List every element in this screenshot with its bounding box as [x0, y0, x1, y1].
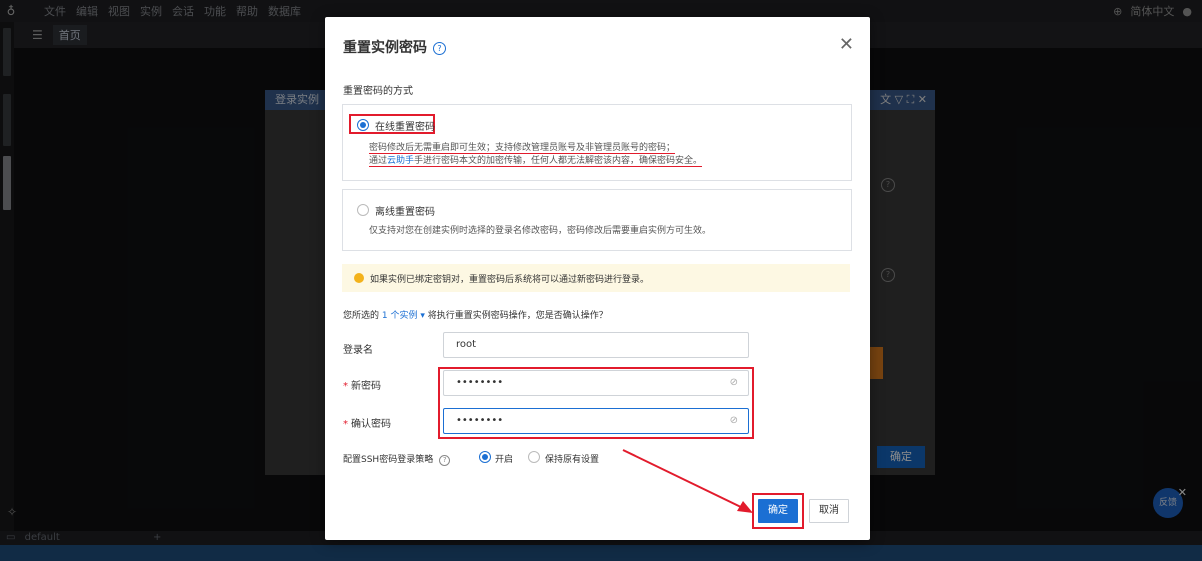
ssh-on-label: 开启	[495, 455, 514, 465]
offline-reset-radio[interactable]	[357, 204, 369, 216]
instance-count-link[interactable]: 1 个实例 ▾	[382, 311, 425, 321]
help-icon[interactable]: ?	[439, 455, 451, 466]
ssh-keep-radio[interactable]	[528, 451, 540, 463]
eye-off-icon[interactable]: ⊘	[730, 409, 738, 433]
dialog-title-text: 重置实例密码	[343, 40, 427, 56]
reset-password-dialog: 重置实例密码? ✕ 重置密码的方式 在线重置密码 密码修改后无需重启即可生效；支…	[325, 17, 870, 540]
online-reset-card[interactable]: 在线重置密码 密码修改后无需重启即可生效；支持修改管理员账号及非管理员账号的密码…	[342, 104, 852, 181]
new-password-value: ••••••••	[456, 377, 504, 388]
online-desc-line2-b: 手进行密码本文的加密传输，任何人都无法解密该内容，确保密码安全。	[414, 156, 703, 166]
reset-method-label: 重置密码的方式	[343, 86, 413, 97]
confirm-text: 您所选的 1 个实例 ▾ 将执行重置实例密码操作，您是否确认操作？	[343, 308, 608, 321]
close-icon[interactable]: ✕	[839, 34, 854, 55]
ssh-keep-label: 保持原有设置	[545, 455, 600, 465]
offline-reset-card[interactable]: 离线重置密码 仅支持对您在创建实例时选择的登录名修改密码，密码修改后需要重启实例…	[342, 189, 852, 251]
confirm-password-value: ••••••••	[456, 415, 504, 426]
ssh-policy-label-text: 配置SSH密码登录策略	[343, 455, 434, 465]
offline-reset-desc: 仅支持对您在创建实例时选择的登录名修改密码，密码修改后需要重启实例方可生效。	[369, 226, 712, 236]
notice-banner: 如果实例已绑定密钥对，重置密码后系统将可以通过新密码进行登录。	[342, 264, 850, 292]
new-password-label-text: 新密码	[351, 381, 381, 392]
online-desc-line1: 密码修改后无需重启即可生效；支持修改管理员账号及非管理员账号的密码；	[369, 143, 676, 154]
confirm-prefix: 您所选的	[343, 311, 380, 321]
login-name-input[interactable]: root	[443, 332, 749, 358]
dialog-title: 重置实例密码?	[343, 37, 446, 57]
online-reset-label: 在线重置密码	[375, 122, 435, 133]
online-reset-radio[interactable]	[357, 119, 369, 131]
ssh-on-radio[interactable]	[479, 451, 491, 463]
confirm-password-label: * 确认密码	[343, 419, 391, 430]
confirm-password-input[interactable]: •••••••• ⊘	[443, 408, 749, 434]
online-reset-desc: 密码修改后无需重启即可生效；支持修改管理员账号及非管理员账号的密码； 通过云助手…	[369, 142, 703, 168]
notice-text: 如果实例已绑定密钥对，重置密码后系统将可以通过新密码进行登录。	[370, 275, 650, 285]
cancel-button[interactable]: 取消	[809, 499, 849, 523]
help-icon[interactable]: ?	[433, 41, 446, 55]
offline-reset-label: 离线重置密码	[375, 207, 435, 218]
ssh-policy-label: 配置SSH密码登录策略?	[343, 452, 451, 466]
login-name-label: 登录名	[343, 345, 373, 356]
ok-button[interactable]: 确定	[758, 499, 798, 523]
online-desc-line2-a: 通过	[369, 156, 388, 166]
new-password-label: * 新密码	[343, 381, 381, 392]
cloud-assistant-link[interactable]: 云助手	[387, 156, 414, 166]
new-password-input[interactable]: •••••••• ⊘	[443, 370, 749, 396]
confirm-password-label-text: 确认密码	[351, 419, 391, 430]
warning-icon	[354, 273, 364, 283]
eye-off-icon[interactable]: ⊘	[730, 371, 738, 395]
confirm-suffix: 将执行重置实例密码操作，您是否确认操作？	[427, 311, 608, 321]
